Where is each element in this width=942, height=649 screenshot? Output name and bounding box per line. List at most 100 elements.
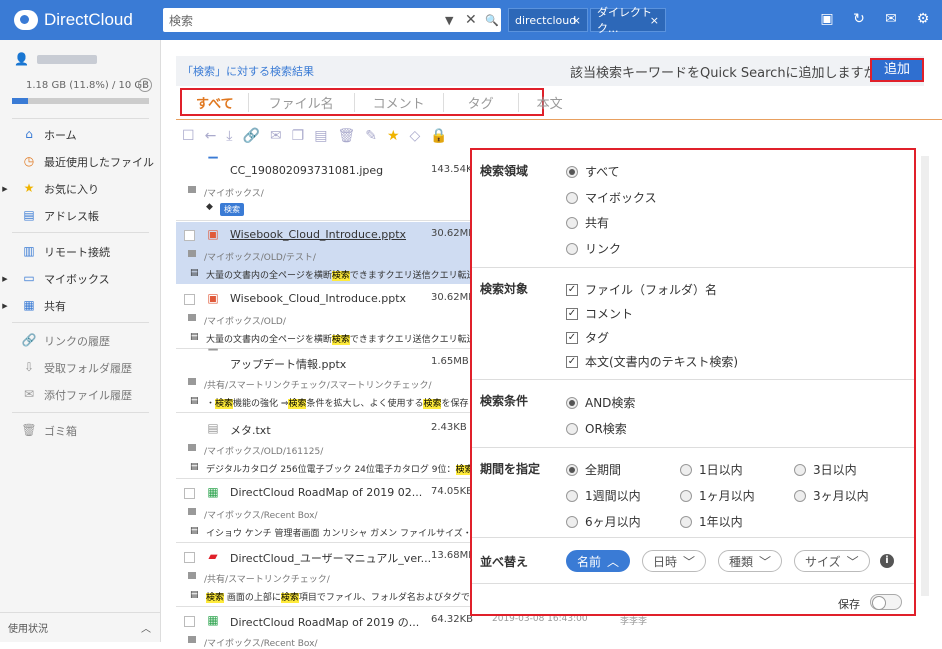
list-item[interactable]: ▔ アップデート情報.pptx 1.65MB /共有/スマートリンクチェック/ス…: [176, 349, 472, 412]
list-item[interactable]: ▣ Wisebook_Cloud_Introduce.pptx 30.62MB …: [176, 222, 475, 284]
sidebar-item-remote[interactable]: ▥ リモート接続: [0, 241, 161, 263]
list-item[interactable]: ▰ DirectCloud_ユーザーマニュアル_ver... 13.68MB /…: [176, 544, 475, 606]
pptx-file-icon: ▔: [208, 349, 218, 363]
sidebar-item-addressbook[interactable]: ▤ アドレス帳: [0, 205, 161, 227]
checkbox-checked-icon: ✓: [566, 283, 578, 296]
target-option-filename[interactable]: ✓ ファイル（フォルダ）名: [566, 281, 717, 298]
chip-close-icon[interactable]: ×: [650, 14, 659, 27]
lock-icon[interactable]: 🔒: [430, 128, 447, 144]
sidebar: 👤 1.18 GB (11.8%) / 10 GB ? ⌂ ホーム ◷ 最近使用した…: [0, 40, 161, 642]
scrollbar[interactable]: [921, 156, 929, 596]
tag-icon[interactable]: ◇: [410, 128, 421, 144]
back-icon[interactable]: ←: [205, 128, 217, 144]
period-option-6months[interactable]: 6ヶ月以内: [566, 513, 641, 530]
expand-arrow-icon[interactable]: ▶: [0, 275, 10, 283]
sidebar-item-trash[interactable]: 🗑 ゴミ箱: [0, 420, 161, 442]
addressbook-icon: ▤: [23, 208, 35, 222]
scope-option-shared[interactable]: 共有: [566, 214, 609, 231]
sidebar-item-favorites[interactable]: ▶ ★ お気に入り: [0, 178, 161, 200]
info-icon[interactable]: i: [880, 554, 894, 568]
scope-option-all[interactable]: すべて: [566, 163, 620, 180]
tab-body[interactable]: 本文: [519, 93, 581, 112]
list-item[interactable]: ▤ メタ.txt 2.43KB /マイボックス/OLD/161125/ ▤ デジ…: [176, 416, 472, 478]
sync-icon[interactable]: ↻: [850, 10, 868, 28]
sidebar-item-attachment-history[interactable]: ✉ 添付ファイル履歴: [0, 384, 161, 406]
search-chip[interactable]: directcloud ×: [508, 8, 588, 32]
file-tag[interactable]: 検索: [220, 203, 244, 216]
tab-tag[interactable]: タグ: [444, 92, 519, 112]
usage-status-footer[interactable]: 使用状況 ︿: [0, 612, 161, 642]
divider: [12, 322, 149, 323]
list-item[interactable]: ▦ DirectCloud RoadMap of 2019 の... 64.32…: [176, 608, 473, 649]
user-info[interactable]: 👤: [14, 52, 97, 66]
scope-option-link[interactable]: リンク: [566, 240, 621, 257]
link-icon[interactable]: 🔗: [243, 128, 260, 144]
period-option-3months[interactable]: 3ヶ月以内: [794, 487, 869, 504]
period-option-1month[interactable]: 1ヶ月以内: [680, 487, 755, 504]
sidebar-item-inbox-history[interactable]: ⇩ 受取フォルダ履歴: [0, 357, 161, 379]
period-option-1week[interactable]: 1週間以内: [566, 487, 641, 504]
row-checkbox[interactable]: [184, 552, 195, 563]
star-icon[interactable]: ★: [387, 128, 400, 144]
scope-option-mybox[interactable]: マイボックス: [566, 189, 657, 206]
sidebar-item-home[interactable]: ⌂ ホーム: [0, 124, 161, 146]
tab-comment[interactable]: コメント: [355, 92, 444, 112]
row-checkbox[interactable]: [184, 294, 195, 305]
period-option-3days[interactable]: 3日以内: [794, 461, 857, 478]
move-icon[interactable]: ▤: [314, 128, 327, 144]
radio-icon: [566, 515, 578, 528]
app-logo[interactable]: DirectCloud: [0, 10, 160, 30]
dropdown-icon[interactable]: ▼: [445, 14, 453, 27]
search-icon[interactable]: 🔍: [485, 14, 499, 27]
row-checkbox[interactable]: [184, 230, 195, 241]
help-icon[interactable]: ?: [138, 78, 152, 92]
clear-icon[interactable]: ✕: [465, 12, 477, 28]
period-option-all[interactable]: 全期間: [566, 461, 621, 478]
sort-type-button[interactable]: 種類 ﹀: [718, 550, 783, 572]
list-item[interactable]: ▣ Wisebook_Cloud_Introduce.pptx 30.62MB …: [176, 286, 475, 348]
sidebar-item-shared[interactable]: ▶ ▦ 共有: [0, 295, 161, 317]
target-option-body[interactable]: ✓ 本文(文書内のテキスト検索): [566, 353, 738, 370]
chat-icon[interactable]: ✉: [882, 10, 900, 28]
mail-icon[interactable]: ✉: [270, 128, 282, 144]
search-chip[interactable]: ダイレクトク... ×: [590, 6, 666, 35]
select-all-checkbox[interactable]: ☐: [182, 128, 195, 144]
sort-size-button[interactable]: サイズ ﹀: [794, 550, 870, 572]
snippet: 大量の文書内の全ページを横断検索できますクエリ送信クエリ転送検索結果: [206, 268, 472, 281]
tag-icon: ◆: [206, 202, 213, 212]
period-option-1day[interactable]: 1日以内: [680, 461, 743, 478]
period-option-1year[interactable]: 1年以内: [680, 513, 743, 530]
condition-section: 検索条件 AND検索 OR検索: [472, 380, 914, 448]
tab-all[interactable]: すべて: [182, 92, 249, 112]
trash-icon[interactable]: 🗑: [337, 128, 355, 144]
sort-date-button[interactable]: 日時 ﹀: [642, 550, 707, 572]
copy-icon[interactable]: ❐: [292, 128, 305, 144]
chevron-up-icon[interactable]: ︿: [141, 620, 151, 635]
sidebar-item-recent[interactable]: ◷ 最近使用したファイル: [0, 151, 161, 173]
sidebar-item-mybox[interactable]: ▶ ▭ マイボックス: [0, 268, 161, 290]
tab-filename[interactable]: ファイル名: [249, 92, 355, 112]
add-quick-search-button[interactable]: 追加: [870, 58, 924, 82]
chip-close-icon[interactable]: ×: [572, 14, 581, 27]
condition-option-and[interactable]: AND検索: [566, 394, 635, 411]
search-input[interactable]: 検索 ▼ ✕ 🔍: [163, 8, 501, 32]
target-option-comment[interactable]: ✓ コメント: [566, 305, 633, 322]
sidebar-item-link-history[interactable]: 🔗 リンクの履歴: [0, 330, 161, 352]
save-toggle[interactable]: [870, 594, 902, 610]
expand-arrow-icon[interactable]: ▶: [0, 185, 10, 193]
row-checkbox[interactable]: [184, 488, 195, 499]
list-item[interactable]: ▦ DirectCloud RoadMap of 2019 02... 74.0…: [176, 480, 473, 542]
sort-name-button[interactable]: 名前 ︿: [566, 550, 631, 572]
edit-icon[interactable]: ✎: [365, 128, 377, 144]
user-name-redacted: [36, 54, 97, 64]
download-icon[interactable]: ⤓: [226, 128, 232, 144]
storage-bar-fill: [12, 98, 29, 104]
row-checkbox[interactable]: [184, 616, 195, 627]
expand-arrow-icon[interactable]: ▶: [0, 302, 10, 310]
office-icon[interactable]: ▣: [818, 10, 836, 28]
document-icon: ▤: [190, 332, 199, 342]
gear-icon[interactable]: ⚙: [914, 10, 932, 28]
condition-option-or[interactable]: OR検索: [566, 420, 627, 437]
list-item[interactable]: ▔ CC_190802093731081.jpeg 143.54KB /マイボッ…: [176, 157, 479, 222]
target-option-tag[interactable]: ✓ タグ: [566, 329, 609, 346]
